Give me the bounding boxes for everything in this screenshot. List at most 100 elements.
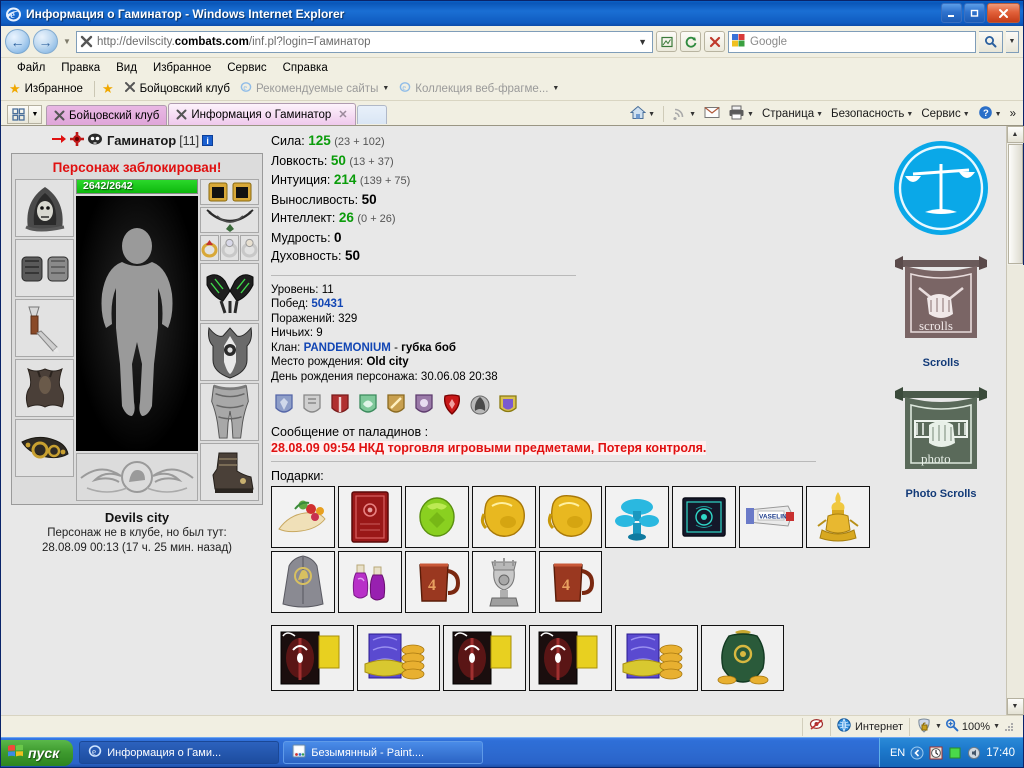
favorite-link-suggested-sites[interactable]: e Рекомендуемые сайты ▼	[237, 80, 396, 97]
tab-list-caret-icon[interactable]: ▼	[29, 105, 42, 124]
scrolls-link[interactable]: scrolls Scrolls	[889, 252, 993, 369]
address-input[interactable]: http://devilscity.combats.com/inf.pl?log…	[76, 30, 653, 53]
tray-chevron-icon[interactable]	[910, 746, 924, 760]
gift-purple-potion[interactable]	[337, 551, 402, 613]
clan-link[interactable]: PANDEMONIUM	[304, 342, 391, 354]
chevron-down-icon[interactable]: ▼	[747, 111, 754, 118]
resize-grip[interactable]	[1003, 721, 1015, 733]
scrollbar-track[interactable]	[1006, 265, 1024, 698]
home-button[interactable]: ▼	[627, 104, 658, 124]
quick-tabs-button[interactable]	[7, 105, 29, 124]
equip-slot-ring-3[interactable]	[240, 235, 259, 261]
medal-red-icon[interactable]	[330, 394, 350, 417]
equip-slot-shield[interactable]	[200, 323, 259, 381]
medal-violet-icon[interactable]	[498, 394, 518, 417]
chevron-down-icon[interactable]: ▼	[689, 111, 696, 118]
tray-volume-icon[interactable]	[967, 746, 981, 760]
medal-grey-wing-icon[interactable]	[470, 394, 490, 417]
menu-item-file[interactable]: Файл	[9, 61, 53, 75]
zoom-caret-icon[interactable]: ▼	[993, 723, 1000, 730]
security-menu-button[interactable]: Безопасность ▼	[828, 107, 916, 121]
command-overflow-button[interactable]: »	[1007, 107, 1019, 121]
search-dropdown-caret-icon[interactable]: ▼	[1006, 30, 1019, 53]
status-zone[interactable]: Интернет	[831, 717, 910, 736]
status-protected-mode[interactable]: ▼ 100% ▼	[910, 718, 1023, 736]
chevron-down-icon[interactable]: ▼	[963, 111, 970, 118]
gift-blue-mushroom[interactable]	[605, 486, 670, 548]
medal-gold-icon[interactable]	[386, 394, 406, 417]
mail-button[interactable]	[701, 105, 723, 123]
balance-scales-icon[interactable]	[891, 138, 991, 238]
gift-gold-glove-2[interactable]	[538, 486, 603, 548]
tools-menu-button[interactable]: Сервис ▼	[918, 107, 972, 121]
gift-dark-book[interactable]	[672, 486, 737, 548]
chevron-down-icon[interactable]: ▼	[816, 111, 823, 118]
photo-scrolls-link[interactable]: photo Photo Scrolls	[889, 383, 993, 500]
scrollbar-thumb[interactable]	[1007, 144, 1023, 264]
back-button[interactable]: ←	[5, 29, 30, 54]
gift-cornucopia[interactable]	[271, 486, 335, 548]
menu-item-edit[interactable]: Правка	[53, 61, 108, 75]
close-button[interactable]	[987, 3, 1020, 23]
gift-green-gem[interactable]	[404, 486, 469, 548]
gift-green-money-bag[interactable]	[701, 625, 784, 691]
forward-button[interactable]: →	[33, 29, 58, 54]
start-button[interactable]: пуск	[1, 739, 74, 766]
gift-black-flag-bag-3[interactable]	[529, 625, 612, 691]
protected-mode-caret-icon[interactable]: ▼	[935, 723, 942, 730]
equip-slot-bracers[interactable]	[15, 239, 74, 297]
taskbar-button-ie[interactable]: e Информация о Гами...	[79, 741, 280, 764]
favorites-center-button[interactable]: ★ Избранное	[6, 81, 90, 96]
address-dropdown-caret-icon[interactable]: ▼	[635, 37, 650, 47]
menu-item-help[interactable]: Справка	[275, 61, 336, 75]
tray-battery-icon[interactable]	[948, 746, 962, 760]
new-tab-button[interactable]	[356, 105, 387, 124]
vertical-scrollbar[interactable]: ▲ ▼	[1006, 126, 1024, 715]
refresh-button[interactable]	[680, 31, 701, 52]
medal-purple-icon[interactable]	[414, 394, 434, 417]
taskbar-button-paint[interactable]: Безымянный - Paint....	[283, 741, 484, 764]
gift-silver-trophy[interactable]	[471, 551, 536, 613]
gift-red-book[interactable]	[337, 486, 402, 548]
chevron-down-icon[interactable]: ▼	[906, 111, 913, 118]
medal-green-icon[interactable]	[358, 394, 378, 417]
equip-slot-belt[interactable]	[15, 419, 74, 477]
gift-gold-glove[interactable]	[471, 486, 536, 548]
compatibility-view-button[interactable]	[656, 31, 677, 52]
feeds-button[interactable]: ▼	[669, 104, 699, 124]
chevron-down-icon[interactable]: ▼	[995, 111, 1002, 118]
scroll-down-button[interactable]: ▼	[1006, 698, 1024, 715]
minimize-button[interactable]	[941, 3, 962, 23]
maximize-button[interactable]	[964, 3, 985, 23]
equip-slot-necklace[interactable]	[200, 207, 259, 233]
info-badge-icon[interactable]: i	[202, 135, 214, 146]
gift-black-flag-bag[interactable]	[271, 625, 354, 691]
medal-silver-icon[interactable]	[302, 394, 322, 417]
tab-character-info[interactable]: Информация о Гаминатор ✕	[168, 103, 356, 125]
help-button[interactable]: ? ▼	[975, 104, 1005, 124]
equip-slot-gloves[interactable]	[200, 263, 259, 321]
gift-beer-mug[interactable]: 4	[404, 551, 469, 613]
gift-vaseline[interactable]: VASELINE	[739, 486, 804, 548]
chevron-down-icon[interactable]: ▼	[648, 111, 655, 118]
medal-crimson-icon[interactable]	[442, 394, 462, 417]
recent-pages-caret-icon[interactable]: ▼	[61, 37, 73, 46]
gift-blue-coin-bag[interactable]	[357, 625, 440, 691]
favorite-link-web-slice-gallery[interactable]: e Коллекция веб-фрагме... ▼	[396, 80, 566, 97]
gift-gold-lamp[interactable]	[806, 486, 871, 548]
equip-slot-ring-1[interactable]	[200, 235, 219, 261]
tab-fight-club[interactable]: Бойцовский клуб	[46, 105, 168, 125]
menu-item-tools[interactable]: Сервис	[219, 61, 274, 75]
equip-slot-legs[interactable]	[200, 383, 259, 441]
status-blocked-popup-icon-cell[interactable]	[803, 717, 831, 736]
equip-slot-hood[interactable]	[15, 179, 74, 237]
equip-slot-dagger[interactable]	[15, 299, 74, 357]
search-input[interactable]: Google	[728, 30, 976, 53]
search-go-button[interactable]	[979, 30, 1003, 53]
print-button[interactable]: ▼	[725, 104, 757, 124]
gift-blue-coin-bag-2[interactable]	[615, 625, 698, 691]
stop-button[interactable]	[704, 31, 725, 52]
menu-item-favorites[interactable]: Избранное	[145, 61, 219, 75]
gift-grey-cloak[interactable]	[271, 551, 335, 613]
gift-beer-mug-2[interactable]: 4	[538, 551, 603, 613]
